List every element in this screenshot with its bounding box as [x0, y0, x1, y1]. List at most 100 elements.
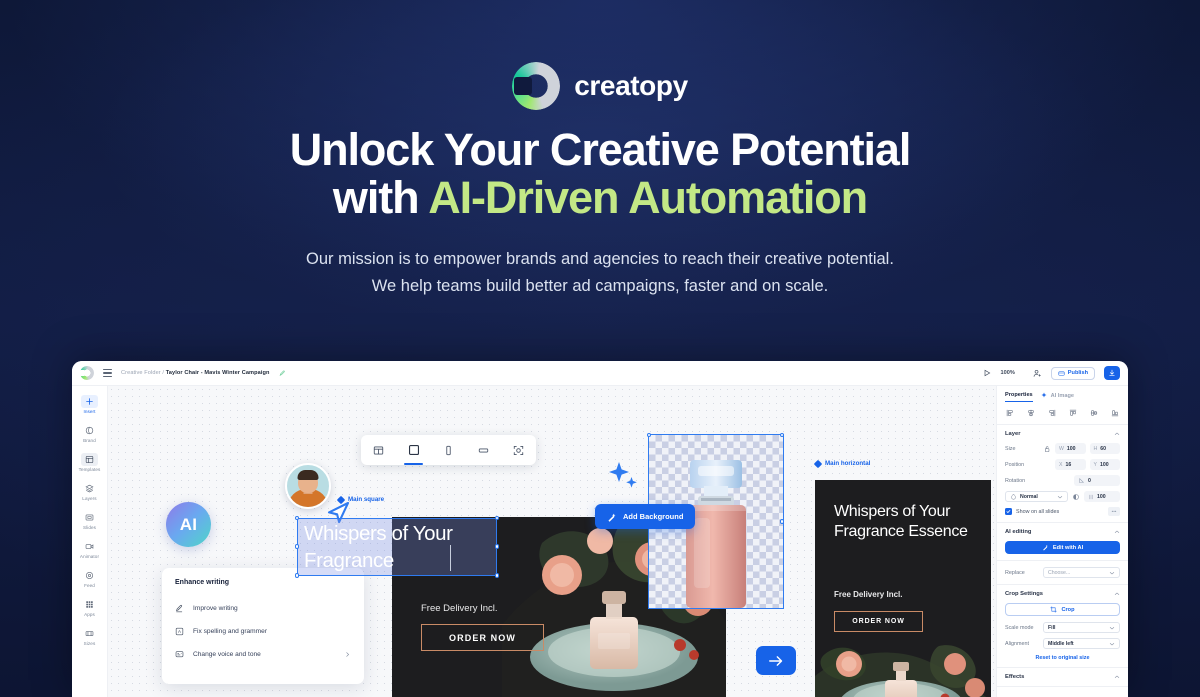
fix-spelling-item[interactable]: A Fix spelling and grammer [175, 620, 351, 643]
reset-original-size-link[interactable]: Reset to original size [1005, 655, 1120, 661]
selected-text-element[interactable]: Whispers of Your Fragrance [294, 515, 499, 578]
checkbox-checked-icon[interactable] [1005, 508, 1012, 515]
x-key: X [1059, 461, 1063, 468]
replace-select[interactable]: Choose... [1043, 567, 1120, 578]
subtitle-line-2: We help teams build better ad campaigns,… [371, 276, 829, 295]
resize-handle-tl[interactable] [646, 432, 651, 437]
order-now-button[interactable]: ORDER NOW [834, 611, 923, 632]
show-all-slides-row[interactable]: Show on all slides ••• [1005, 507, 1120, 516]
effects-header[interactable]: Effects [1005, 674, 1120, 680]
sidebar-item-label: Insert [83, 409, 96, 415]
label-main-horizontal[interactable]: Main horizontal [813, 459, 870, 468]
square-icon[interactable] [396, 435, 431, 465]
resize-handle-mr[interactable] [494, 544, 499, 549]
sidebar-item-label: Layers [82, 496, 97, 502]
ai-badge[interactable]: AI [166, 502, 211, 547]
blend-mode-value: Normal [1020, 493, 1038, 500]
edit-with-ai-button[interactable]: Edit with AI [1005, 541, 1120, 554]
ai-editing-header[interactable]: AI editing [1005, 529, 1120, 535]
portrait-icon[interactable] [431, 435, 466, 465]
sidebar-item-label: Templates [78, 467, 101, 473]
alignment-select[interactable]: Middle left [1043, 638, 1120, 649]
opacity-icon[interactable] [1072, 493, 1080, 501]
resize-handle-tr[interactable] [779, 432, 784, 437]
rotation-label: Rotation [1005, 477, 1026, 484]
improve-writing-item[interactable]: Improve writing [175, 597, 351, 620]
hamburger-icon[interactable] [103, 369, 112, 377]
height-input[interactable]: H 60 [1089, 443, 1120, 454]
crop-button[interactable]: Crop [1005, 603, 1120, 616]
resize-handle-bl[interactable] [294, 573, 299, 578]
align-center-icon[interactable] [1027, 409, 1035, 417]
next-arrow-button[interactable] [756, 646, 796, 675]
pencil-icon[interactable] [279, 370, 286, 377]
order-now-button[interactable]: ORDER NOW [421, 624, 544, 651]
crop-settings-section: Crop Settings Crop Scale mode Fill Align… [997, 585, 1128, 668]
sidebar-item-slides[interactable]: Slides [72, 506, 107, 535]
sidebar-item-animator[interactable]: Animator [72, 535, 107, 564]
edit-with-ai-label: Edit with AI [1052, 544, 1084, 551]
resize-handle-tl[interactable] [294, 515, 299, 520]
plus-icon [81, 394, 98, 408]
creative-main-horizontal[interactable]: Whispers of Your Fragrance Essence Free … [815, 480, 991, 697]
resize-handle-br[interactable] [494, 573, 499, 578]
scale-mode-value: Fill [1048, 624, 1056, 631]
x-input[interactable]: X 16 [1055, 459, 1086, 470]
sidebar-item-label: Feed [84, 583, 95, 589]
alignment-label: Alignment [1005, 640, 1029, 647]
publish-button[interactable]: Publish [1050, 366, 1095, 380]
play-icon[interactable] [983, 369, 991, 377]
align-right-icon[interactable] [1048, 409, 1056, 417]
brand-icon [81, 424, 98, 437]
sidebar-item-label: Sizes [83, 641, 96, 647]
crop-settings-header[interactable]: Crop Settings [1005, 591, 1120, 597]
tab-ai-image[interactable]: AI Image [1041, 392, 1074, 402]
sidebar-item-templates[interactable]: Templates [72, 448, 107, 477]
animator-icon [81, 540, 98, 553]
chevron-down-icon [1109, 626, 1115, 629]
zoom-level-select[interactable]: 100% [1000, 370, 1023, 376]
y-input[interactable]: Y 100 [1089, 459, 1120, 470]
add-background-button[interactable]: Add Background [595, 504, 696, 529]
lock-ratio-icon[interactable] [1043, 445, 1051, 453]
width-input[interactable]: W 100 [1055, 443, 1086, 454]
landscape-icon[interactable] [466, 435, 501, 465]
opacity-input[interactable]: 100 [1084, 491, 1120, 502]
sidebar-item-layers[interactable]: Layers [72, 477, 107, 506]
download-button[interactable] [1104, 366, 1120, 380]
resize-handle-mr[interactable] [779, 519, 784, 524]
layout-grid-icon[interactable] [361, 435, 396, 465]
size-label: Size [1005, 445, 1016, 452]
layer-section-header[interactable]: Layer [1005, 431, 1120, 437]
breadcrumb[interactable]: Creative Folder / Taylor Chair - Mavis W… [121, 370, 270, 376]
sidebar-item-feed[interactable]: Feed [72, 564, 107, 593]
blend-mode-select[interactable]: Normal [1005, 491, 1068, 502]
tab-properties[interactable]: Properties [1005, 392, 1033, 402]
editor-sidebar: Insert Brand Templates Layers Slides Ani… [72, 386, 108, 697]
scale-mode-select[interactable]: Fill [1043, 622, 1120, 633]
sidebar-item-apps[interactable]: Apps [72, 593, 107, 622]
rotation-input[interactable]: 0 [1074, 475, 1120, 486]
more-options-icon[interactable]: ••• [1108, 507, 1120, 516]
layers-icon [81, 482, 98, 495]
rotation-value: 0 [1088, 477, 1091, 484]
sidebar-item-label: Animator [79, 554, 100, 560]
sidebar-item-sizes[interactable]: Sizes [72, 622, 107, 651]
resize-handle-tr[interactable] [494, 515, 499, 520]
width-key: W [1059, 445, 1064, 452]
change-voice-item[interactable]: Change voice and tone [175, 643, 351, 666]
resize-handle-ml[interactable] [294, 544, 299, 549]
align-middle-icon[interactable] [1090, 409, 1098, 417]
sidebar-item-brand[interactable]: Brand [72, 419, 107, 448]
design-canvas[interactable]: AI Enhance writing Improve writing A Fix… [108, 386, 996, 697]
align-bottom-icon[interactable] [1111, 409, 1119, 417]
align-left-icon[interactable] [1006, 409, 1014, 417]
perfume-bottle-image [686, 460, 746, 608]
apps-icon [81, 598, 98, 611]
add-person-icon[interactable] [1033, 369, 1042, 378]
app-logo-icon[interactable] [80, 366, 94, 380]
fit-screen-icon[interactable] [501, 435, 536, 465]
align-top-icon[interactable] [1069, 409, 1077, 417]
sidebar-item-insert[interactable]: Insert [72, 390, 107, 419]
page-title: Unlock Your Creative Potential with AI-D… [0, 126, 1200, 221]
